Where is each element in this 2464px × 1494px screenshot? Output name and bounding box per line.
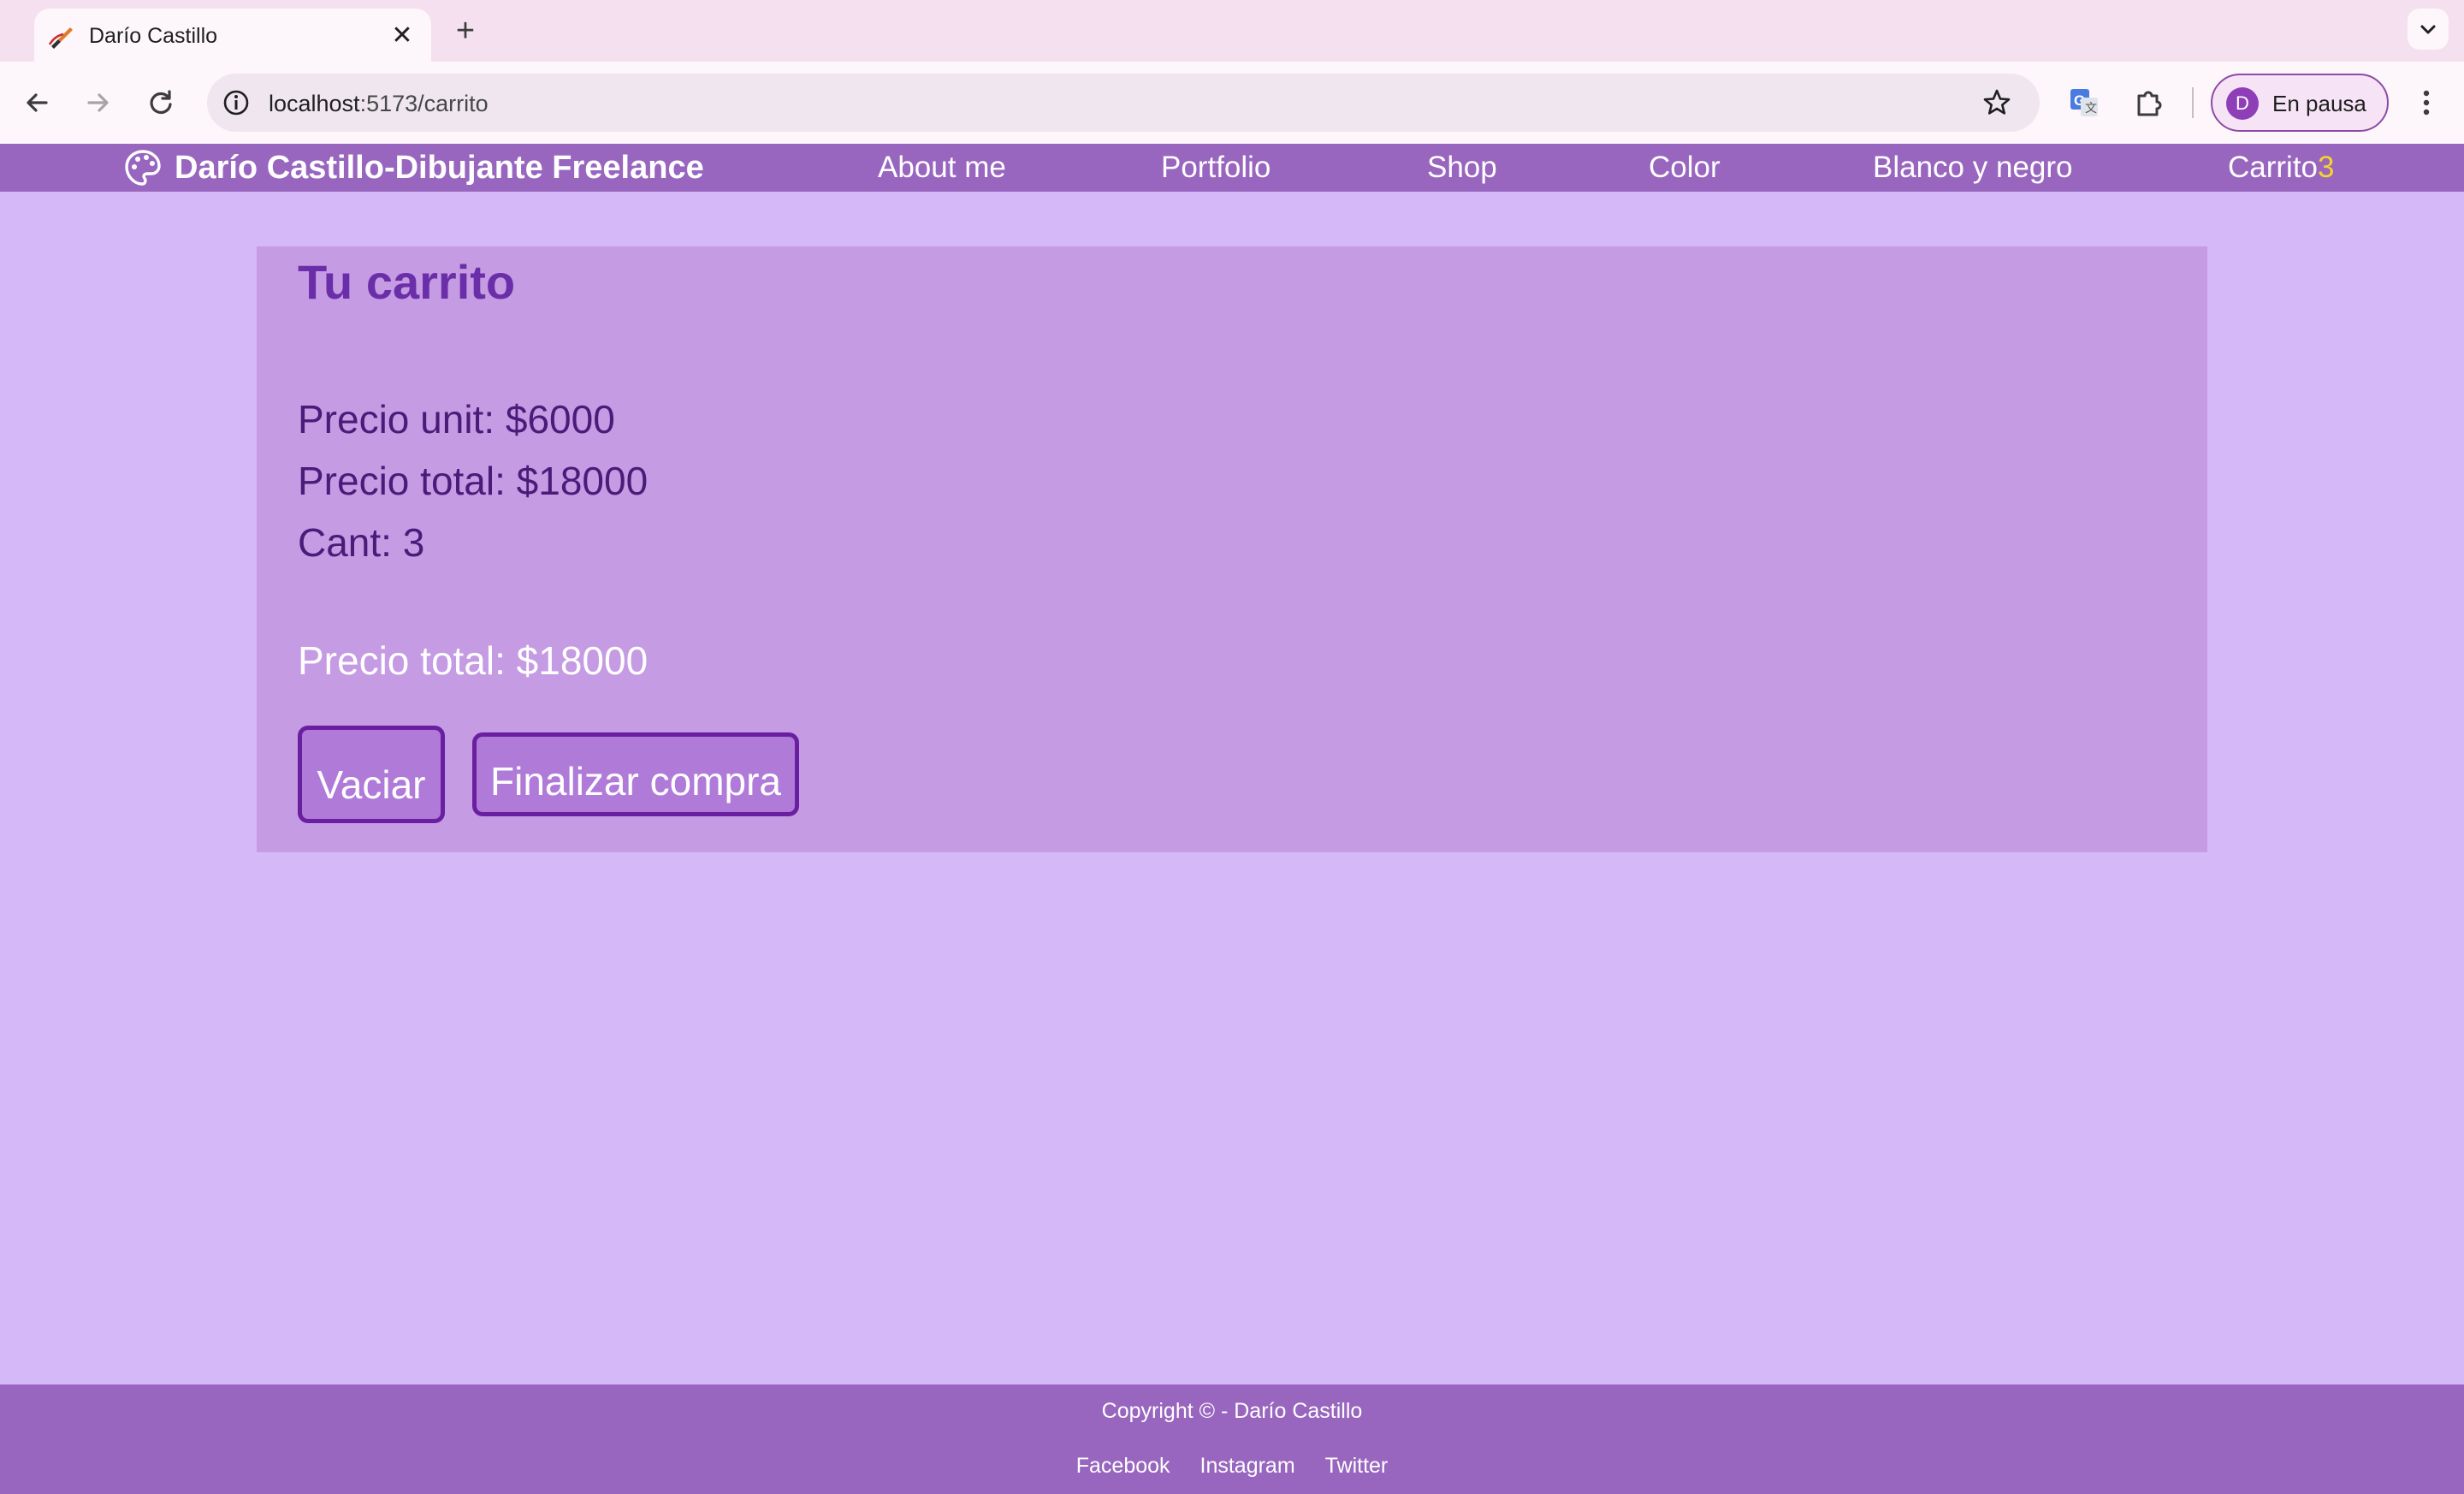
extensions-puzzle-icon[interactable] xyxy=(2129,82,2170,123)
back-arrow-icon[interactable] xyxy=(17,82,58,123)
tab-search-button[interactable] xyxy=(2408,9,2449,50)
tab-title: Darío Castillo xyxy=(89,24,218,48)
profile-status-label: En pausa xyxy=(2272,91,2366,116)
copyright-text: Copyright © - Darío Castillo xyxy=(1101,1399,1363,1423)
nav-link-about[interactable]: About me xyxy=(878,149,1006,187)
cart-item-unit-price: Precio unit: $6000 xyxy=(298,397,615,442)
nav-link-color[interactable]: Color xyxy=(1649,149,1721,187)
footer-link-twitter[interactable]: Twitter xyxy=(1325,1454,1389,1478)
translate-icon[interactable]: G 文 xyxy=(2064,82,2105,123)
forward-arrow-icon[interactable] xyxy=(77,82,118,123)
footer-link-facebook[interactable]: Facebook xyxy=(1076,1454,1170,1478)
svg-text:文: 文 xyxy=(2085,101,2097,115)
palette-icon xyxy=(125,150,161,186)
site-footer: Copyright © - Darío Castillo Facebook In… xyxy=(0,1384,2464,1494)
browser-toolbar: localhost:5173/carrito G 文 D En pausa xyxy=(0,62,2464,144)
footer-links: Facebook Instagram Twitter xyxy=(0,1453,2464,1479)
new-tab-icon[interactable]: + xyxy=(447,12,484,50)
empty-cart-button[interactable]: Vaciar xyxy=(298,726,445,823)
cart-grand-total: Precio total: $18000 xyxy=(298,638,649,683)
cart-panel: Tu carrito Precio unit: $6000 Precio tot… xyxy=(257,246,2207,852)
browser-tabstrip: Darío Castillo ✕ + xyxy=(0,0,2464,63)
paintbrush-icon xyxy=(48,27,73,49)
cart-item-quantity: Cant: 3 xyxy=(298,520,425,565)
profile-button[interactable]: D En pausa xyxy=(2211,74,2389,132)
nav-link-portfolio[interactable]: Portfolio xyxy=(1161,149,1270,187)
browser-tab[interactable]: Darío Castillo ✕ xyxy=(34,9,431,63)
page-title: Tu carrito xyxy=(298,255,516,309)
avatar: D xyxy=(2226,87,2259,120)
chevron-down-icon xyxy=(2420,25,2436,34)
brand-title: Darío Castillo-Dibujante Freelance xyxy=(175,150,704,186)
reload-icon[interactable] xyxy=(140,82,181,123)
site-info-icon[interactable] xyxy=(221,87,252,118)
url-host: localhost xyxy=(269,91,360,116)
nav-link-blanco-y-negro[interactable]: Blanco y negro xyxy=(1873,149,2072,187)
footer-link-instagram[interactable]: Instagram xyxy=(1200,1454,1295,1478)
checkout-button[interactable]: Finalizar compra xyxy=(472,732,799,816)
cart-label: Carrito xyxy=(2228,151,2319,184)
url-path: :5173/carrito xyxy=(359,91,489,116)
tab-close-icon[interactable]: ✕ xyxy=(387,21,418,51)
nav-link-shop[interactable]: Shop xyxy=(1427,149,1497,187)
site-navbar: Darío Castillo-Dibujante Freelance About… xyxy=(0,144,2464,192)
toolbar-divider xyxy=(2192,87,2194,118)
url-text: localhost:5173/carrito xyxy=(269,91,489,116)
brand-link[interactable]: Darío Castillo-Dibujante Freelance xyxy=(123,147,704,188)
more-vertical-icon[interactable] xyxy=(2409,82,2443,123)
cart-item-total-price: Precio total: $18000 xyxy=(298,459,649,503)
nav-link-cart[interactable]: Carrito3 xyxy=(2228,149,2335,187)
bookmark-star-icon[interactable] xyxy=(1981,87,2012,118)
cart-count-badge: 3 xyxy=(2318,151,2335,184)
address-bar[interactable]: localhost:5173/carrito xyxy=(207,74,2040,132)
